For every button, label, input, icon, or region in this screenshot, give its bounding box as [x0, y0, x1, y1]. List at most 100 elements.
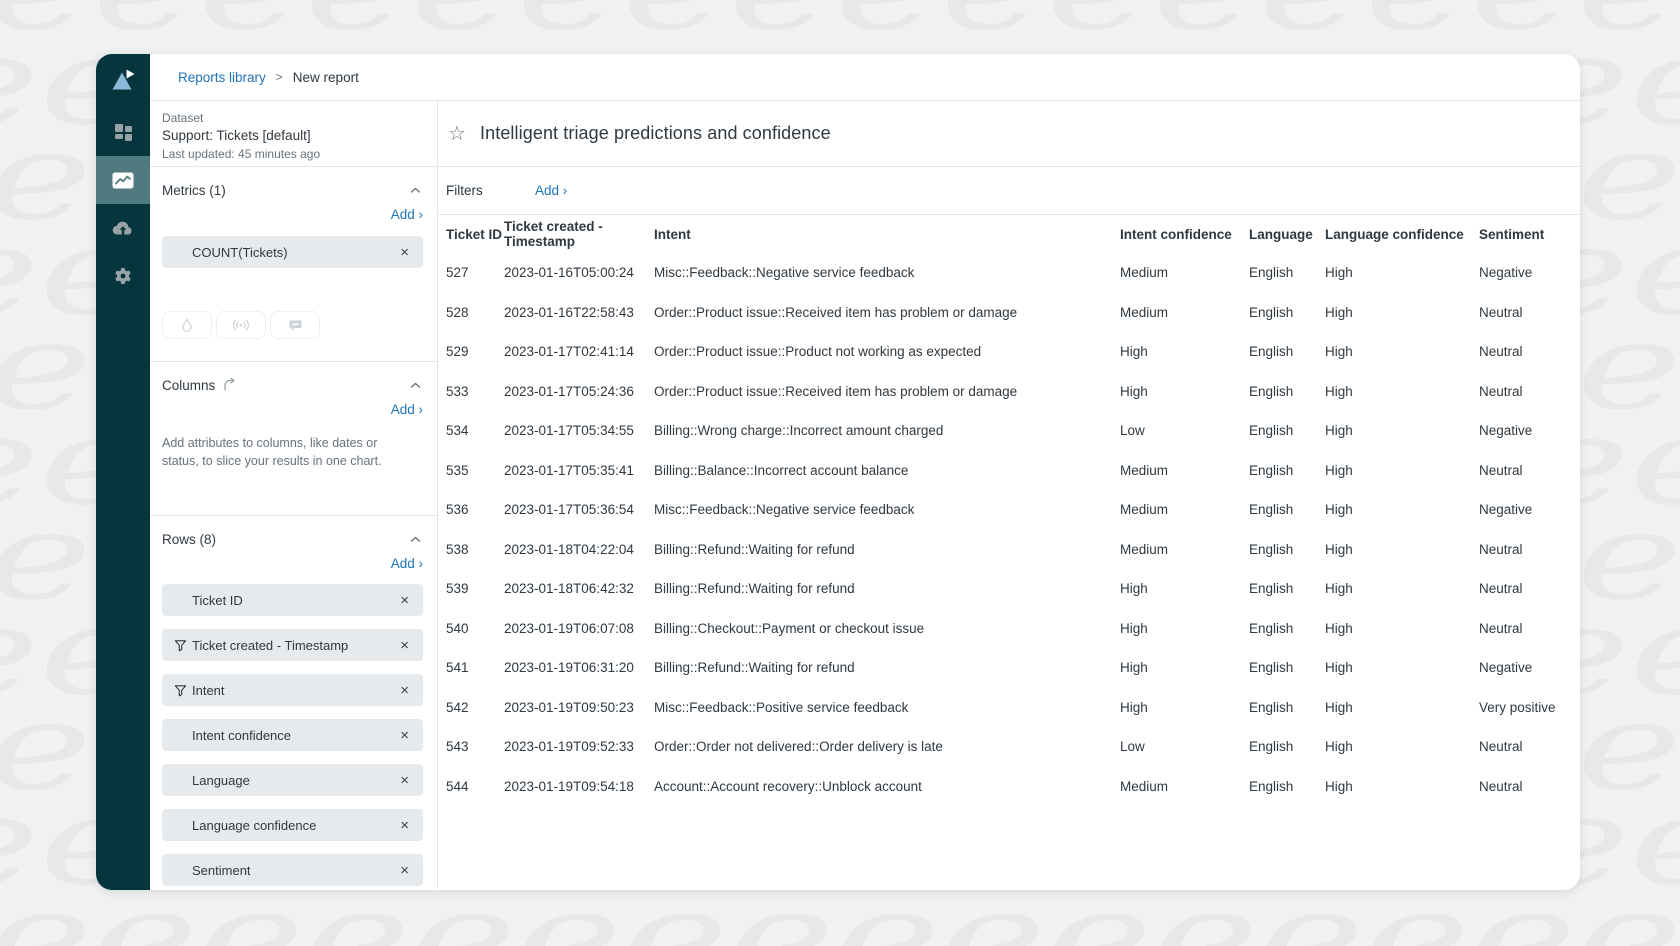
cell-ticket-created: 2023-01-17T02:41:14	[504, 344, 654, 359]
sidebar-nav	[96, 108, 150, 300]
cell-intent-confidence: Low	[1120, 739, 1249, 754]
report-builder-panel: Dataset Support: Tickets [default] Last …	[150, 101, 438, 890]
column-header[interactable]: Ticket ID	[446, 227, 504, 242]
columns-collapse-button[interactable]	[408, 380, 423, 391]
cell-intent-confidence: High	[1120, 581, 1249, 596]
row-attribute-chip[interactable]: Intent ×	[162, 674, 423, 706]
row-attribute-chip[interactable]: Intent confidence ×	[162, 719, 423, 751]
column-header[interactable]: Intent	[654, 227, 1120, 242]
filters-add-link[interactable]: Add ›	[535, 183, 567, 198]
cell-language-confidence: High	[1325, 739, 1479, 754]
column-header[interactable]: Ticket created - Timestamp	[504, 219, 654, 249]
cell-sentiment: Neutral	[1479, 463, 1564, 478]
metric-chip[interactable]: COUNT(Tickets) ×	[162, 236, 423, 268]
row-attribute-chip[interactable]: Ticket created - Timestamp ×	[162, 629, 423, 661]
row-attribute-label: Intent confidence	[192, 728, 291, 743]
metrics-add-link[interactable]: Add ›	[391, 207, 423, 225]
cell-ticket-id: 541	[446, 660, 504, 675]
row-attribute-label: Intent	[192, 683, 225, 698]
remove-attribute-button[interactable]: ×	[398, 593, 411, 608]
cell-intent-confidence: High	[1120, 700, 1249, 715]
cell-language-confidence: High	[1325, 502, 1479, 517]
row-attribute-chip[interactable]: Sentiment ×	[162, 854, 423, 886]
metrics-section-title: Metrics (1)	[162, 183, 226, 198]
cell-ticket-created: 2023-01-17T05:36:54	[504, 502, 654, 517]
cell-ticket-created: 2023-01-19T09:52:33	[504, 739, 654, 754]
table-row: 534 2023-01-17T05:34:55 Billing::Wrong c…	[446, 411, 1564, 451]
sidebar-item-reports[interactable]	[96, 156, 150, 204]
table-row: 541 2023-01-19T06:31:20 Billing::Refund:…	[446, 648, 1564, 688]
remove-attribute-button[interactable]: ×	[398, 818, 411, 833]
cell-language-confidence: High	[1325, 581, 1479, 596]
sidebar-item-datasets[interactable]	[96, 204, 150, 252]
cell-intent: Order::Product issue::Received item has …	[654, 305, 1120, 320]
cell-intent-confidence: High	[1120, 621, 1249, 636]
broadcast-button[interactable]	[216, 311, 266, 339]
cell-intent: Misc::Feedback::Negative service feedbac…	[654, 265, 1120, 280]
sidebar-item-dashboards[interactable]	[96, 108, 150, 156]
cell-intent: Order::Product issue::Product not workin…	[654, 344, 1120, 359]
row-attribute-chip[interactable]: Language confidence ×	[162, 809, 423, 841]
dataset-last-updated: Last updated: 45 minutes ago	[162, 146, 423, 162]
column-header[interactable]: Language confidence	[1325, 227, 1479, 242]
table-row: 528 2023-01-16T22:58:43 Order::Product i…	[446, 293, 1564, 333]
favorite-star-icon[interactable]: ☆	[446, 121, 468, 146]
cell-ticket-id: 534	[446, 423, 504, 438]
report-title-row: ☆ Intelligent triage predictions and con…	[438, 101, 1580, 167]
column-header[interactable]: Sentiment	[1479, 227, 1564, 242]
chevron-up-icon	[410, 187, 421, 194]
table-row: 542 2023-01-19T09:50:23 Misc::Feedback::…	[446, 688, 1564, 728]
cell-intent: Billing::Refund::Waiting for refund	[654, 581, 1120, 596]
remove-attribute-button[interactable]: ×	[398, 728, 411, 743]
rows-section: Rows (8) Add › Ticket ID	[150, 516, 437, 890]
cell-sentiment: Neutral	[1479, 305, 1564, 320]
chat-button[interactable]	[270, 311, 320, 339]
remove-attribute-button[interactable]: ×	[398, 863, 411, 878]
row-attribute-chip[interactable]: Language ×	[162, 764, 423, 796]
report-title[interactable]: Intelligent triage predictions and confi…	[480, 123, 831, 144]
cell-intent-confidence: Medium	[1120, 463, 1249, 478]
remove-metric-button[interactable]: ×	[398, 245, 411, 260]
cell-language-confidence: High	[1325, 463, 1479, 478]
cell-sentiment: Neutral	[1479, 384, 1564, 399]
cell-language: English	[1249, 423, 1325, 438]
columns-add-link[interactable]: Add ›	[391, 402, 423, 420]
table-row: 536 2023-01-17T05:36:54 Misc::Feedback::…	[446, 490, 1564, 530]
cell-sentiment: Neutral	[1479, 621, 1564, 636]
row-attribute-label: Ticket created - Timestamp	[192, 638, 348, 653]
cell-ticket-created: 2023-01-19T09:50:23	[504, 700, 654, 715]
cell-ticket-id: 535	[446, 463, 504, 478]
cell-sentiment: Negative	[1479, 502, 1564, 517]
row-attribute-label: Ticket ID	[192, 593, 243, 608]
pivot-arrow-icon[interactable]	[222, 378, 238, 392]
cell-ticket-created: 2023-01-17T05:35:41	[504, 463, 654, 478]
remove-attribute-button[interactable]: ×	[398, 773, 411, 788]
cell-language-confidence: High	[1325, 423, 1479, 438]
cell-ticket-id: 540	[446, 621, 504, 636]
columns-helper-text: Add attributes to columns, like dates or…	[162, 434, 414, 470]
chevron-up-icon	[410, 536, 421, 543]
cell-language: English	[1249, 344, 1325, 359]
remove-attribute-button[interactable]: ×	[398, 683, 411, 698]
sidebar-item-settings[interactable]	[96, 252, 150, 300]
cell-ticket-id: 544	[446, 779, 504, 794]
column-header[interactable]: Intent confidence	[1120, 227, 1249, 242]
rows-collapse-button[interactable]	[408, 534, 423, 545]
column-header[interactable]: Language	[1249, 227, 1325, 242]
metrics-collapse-button[interactable]	[408, 185, 423, 196]
cell-intent: Billing::Wrong charge::Incorrect amount …	[654, 423, 1120, 438]
droplet-button[interactable]	[162, 311, 212, 339]
dashboards-icon	[114, 123, 133, 142]
row-attribute-chip[interactable]: Ticket ID ×	[162, 584, 423, 616]
remove-attribute-button[interactable]: ×	[398, 638, 411, 653]
row-attribute-label: Language confidence	[192, 818, 316, 833]
cell-language-confidence: High	[1325, 384, 1479, 399]
table-row: 538 2023-01-18T04:22:04 Billing::Refund:…	[446, 530, 1564, 570]
table-row: 539 2023-01-18T06:42:32 Billing::Refund:…	[446, 569, 1564, 609]
cell-intent-confidence: High	[1120, 384, 1249, 399]
rows-add-link[interactable]: Add ›	[391, 556, 423, 574]
row-attribute-label: Language	[192, 773, 250, 788]
breadcrumb-reports-library[interactable]: Reports library	[178, 70, 266, 85]
cell-sentiment: Very positive	[1479, 700, 1564, 715]
columns-section: Columns Add ›	[150, 362, 437, 516]
